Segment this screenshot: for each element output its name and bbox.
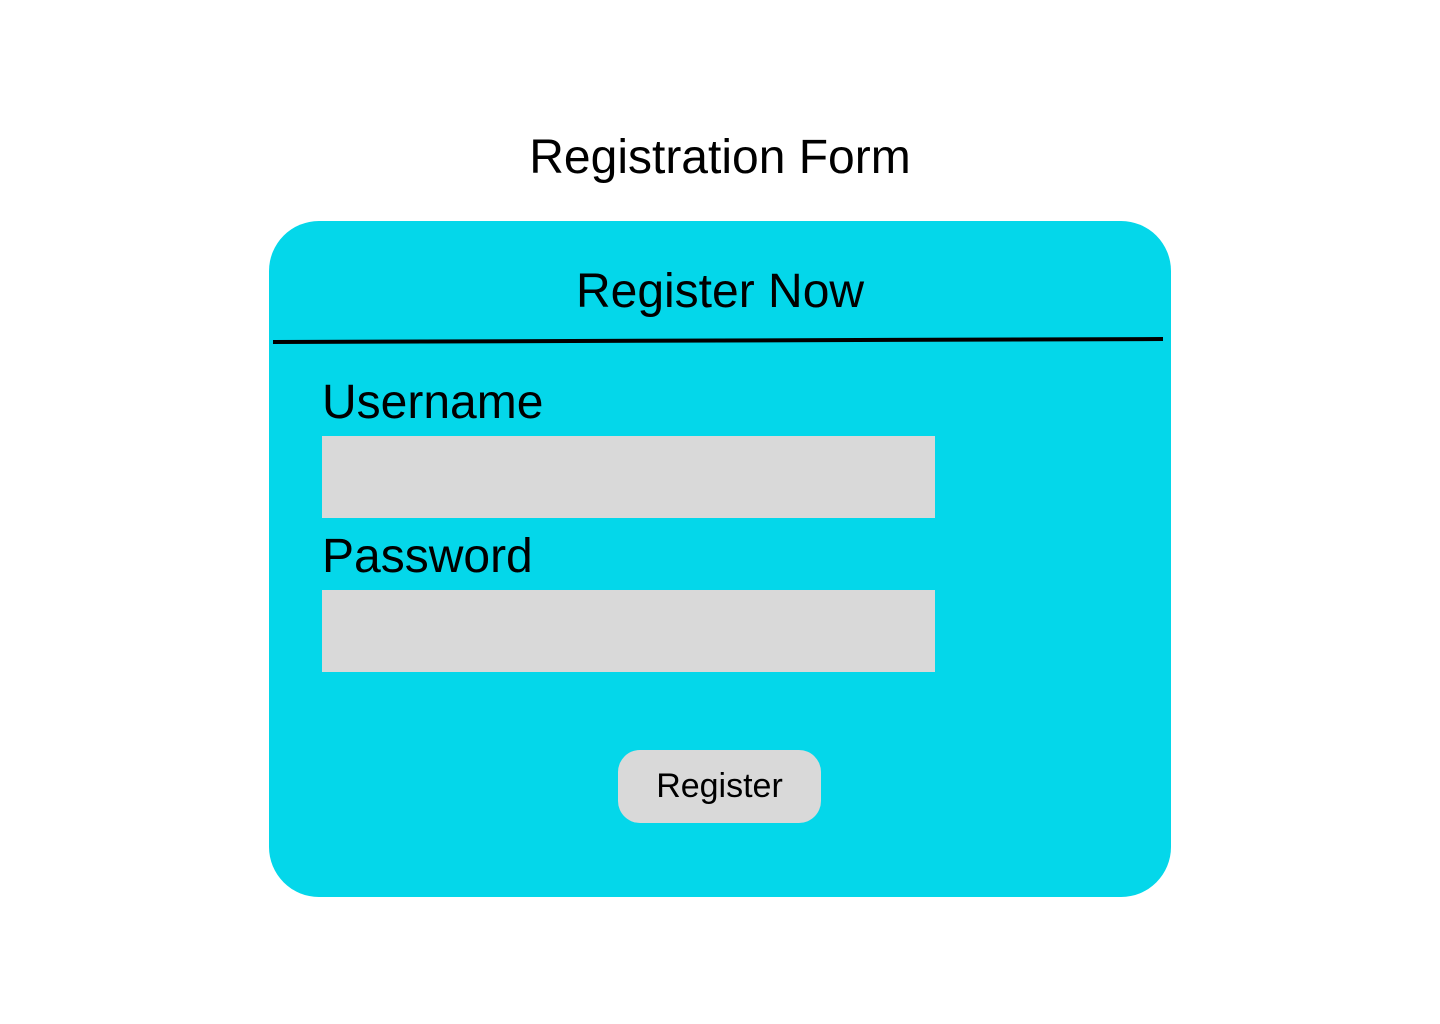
page-title: Registration Form bbox=[529, 131, 911, 184]
username-input[interactable] bbox=[322, 436, 935, 518]
register-button[interactable]: Register bbox=[618, 750, 821, 823]
card-header: Register Now bbox=[575, 265, 865, 318]
password-label: Password bbox=[322, 530, 533, 583]
username-label: Username bbox=[322, 376, 544, 429]
page: Registration Form Register Now Username … bbox=[0, 0, 1440, 1024]
header-divider bbox=[273, 337, 1163, 344]
password-input[interactable] bbox=[322, 590, 935, 672]
